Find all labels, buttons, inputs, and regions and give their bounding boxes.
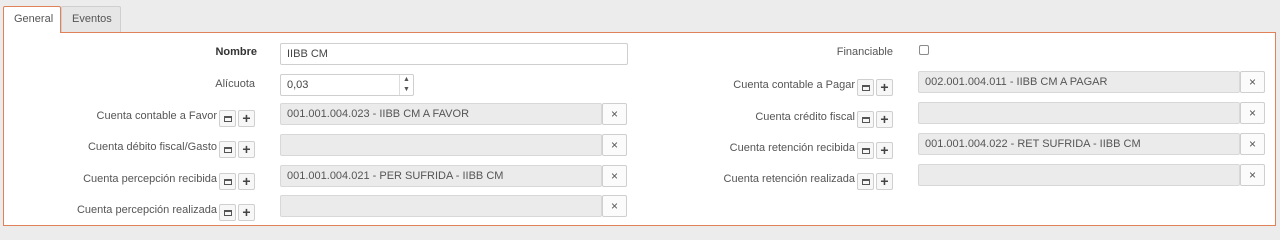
open-window-icon[interactable] [857,142,874,159]
cuenta-retencion-realizada-field[interactable] [918,164,1240,186]
clear-icon[interactable]: × [602,165,627,187]
add-icon[interactable]: + [238,110,255,127]
open-window-icon[interactable] [857,79,874,96]
cuenta-percepcion-recibida-field[interactable]: 001.001.004.021 - PER SUFRIDA - IIBB CM [280,165,602,187]
open-window-icon[interactable] [219,173,236,190]
cuenta-percepcion-realizada-label: Cuenta percepción realizada [76,204,217,216]
clear-icon[interactable]: × [1240,164,1265,186]
add-icon[interactable]: + [238,141,255,158]
clear-icon[interactable]: × [602,195,627,217]
add-icon[interactable]: + [876,142,893,159]
cuenta-retencion-recibida-field[interactable]: 001.001.004.022 - RET SUFRIDA - IIBB CM [918,133,1240,155]
clear-icon[interactable]: × [1240,71,1265,93]
cuenta-retencion-recibida-label: Cuenta retención recibida [729,142,855,154]
add-icon[interactable]: + [238,173,255,190]
add-icon[interactable]: + [876,111,893,128]
general-panel: Nombre IIBB CM Alícuota 0,03 ▲ ▼ Cuenta … [3,32,1276,226]
alicuota-input[interactable]: 0,03 ▲ ▼ [280,74,414,96]
cuenta-favor-label: Cuenta contable a Favor [96,110,217,122]
tab-eventos[interactable]: Eventos [61,6,121,32]
add-icon[interactable]: + [876,79,893,96]
nombre-input[interactable]: IIBB CM [280,43,628,65]
financiable-checkbox[interactable] [919,45,929,55]
clear-icon[interactable]: × [602,103,627,125]
cuenta-credito-label: Cuenta crédito fiscal [755,111,855,123]
tab-general[interactable]: General [3,6,61,33]
add-icon[interactable]: + [876,173,893,190]
spin-down-icon[interactable]: ▼ [400,85,413,95]
open-window-icon[interactable] [219,110,236,127]
financiable-label: Financiable [836,46,893,58]
clear-icon[interactable]: × [1240,102,1265,124]
cuenta-debito-field[interactable] [280,134,602,156]
nombre-label: Nombre [215,46,257,58]
open-window-icon[interactable] [219,204,236,221]
alicuota-label: Alícuota [215,78,255,90]
cuenta-favor-field[interactable]: 001.001.004.023 - IIBB CM A FAVOR [280,103,602,125]
cuenta-retencion-realizada-label: Cuenta retención realizada [723,173,855,185]
alicuota-value: 0,03 [287,79,309,91]
clear-icon[interactable]: × [602,134,627,156]
add-icon[interactable]: + [238,204,255,221]
spin-up-icon[interactable]: ▲ [400,75,413,85]
clear-icon[interactable]: × [1240,133,1265,155]
cuenta-percepcion-realizada-field[interactable] [280,195,602,217]
open-window-icon[interactable] [219,141,236,158]
alicuota-stepper[interactable]: ▲ ▼ [399,75,413,95]
cuenta-pagar-field[interactable]: 002.001.004.011 - IIBB CM A PAGAR [918,71,1240,93]
cuenta-pagar-label: Cuenta contable a Pagar [733,79,855,91]
cuenta-percepcion-recibida-label: Cuenta percepción recibida [83,173,217,185]
open-window-icon[interactable] [857,173,874,190]
open-window-icon[interactable] [857,111,874,128]
cuenta-credito-field[interactable] [918,102,1240,124]
cuenta-debito-label: Cuenta débito fiscal/Gasto [87,141,217,153]
